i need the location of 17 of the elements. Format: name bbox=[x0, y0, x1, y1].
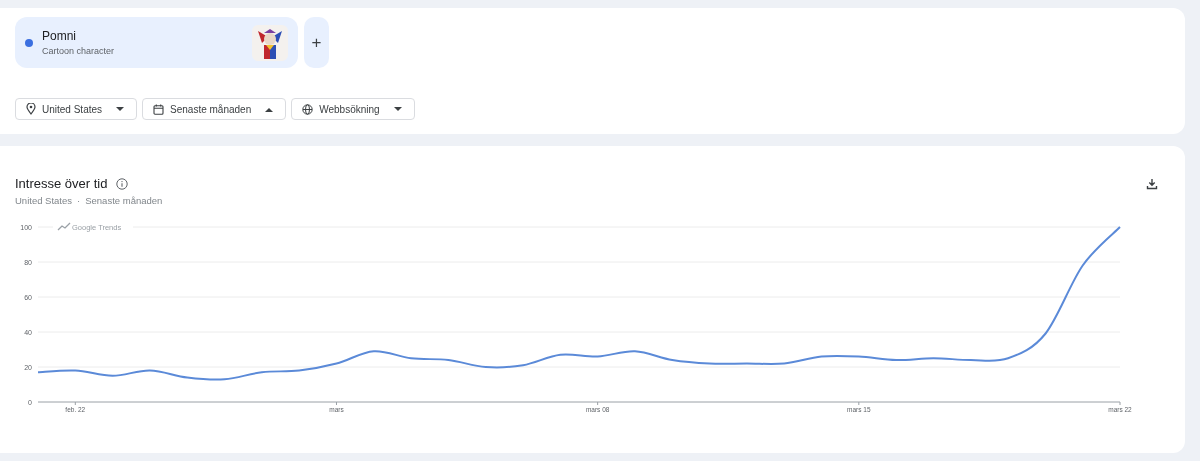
add-term-button[interactable]: + bbox=[304, 17, 329, 68]
filter-dropdown[interactable]: Webbsökning bbox=[291, 98, 415, 120]
calendar-icon bbox=[153, 103, 165, 115]
location-pin-icon bbox=[26, 103, 36, 115]
download-button[interactable] bbox=[1145, 178, 1159, 192]
subtitle-separator: · bbox=[77, 195, 81, 206]
info-icon[interactable] bbox=[115, 177, 128, 190]
globe-icon bbox=[302, 103, 314, 115]
search-term-card[interactable]: Pomni Cartoon character bbox=[15, 17, 298, 68]
panel-subtitle-region: United States bbox=[15, 195, 73, 206]
term-type: Cartoon character bbox=[42, 46, 116, 56]
filter-dropdown[interactable]: United States bbox=[15, 98, 138, 120]
panel-subtitle-period: Senaste månaden bbox=[85, 195, 163, 206]
term-name: Pomni bbox=[42, 29, 77, 43]
filter-dropdown[interactable]: Senaste månaden bbox=[142, 98, 287, 120]
panel-title: Intresse över tid bbox=[15, 176, 108, 191]
trend-line-icon bbox=[57, 222, 71, 231]
